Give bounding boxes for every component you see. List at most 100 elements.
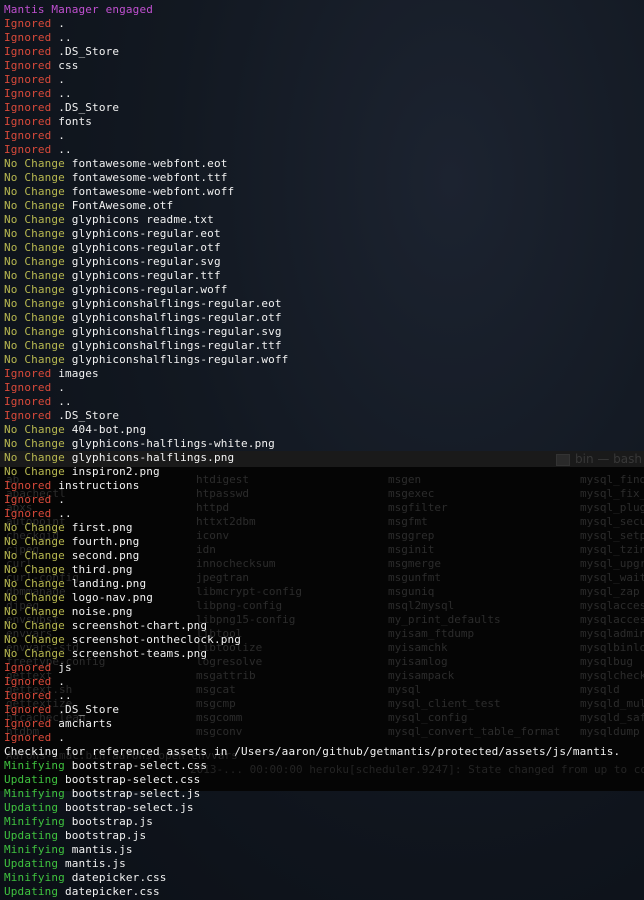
file-name: glyphicons-regular.woff — [64, 283, 228, 296]
file-name: . — [51, 381, 65, 394]
terminal-line: Minifying datepicker.css — [4, 871, 620, 885]
status-label: No Change — [4, 647, 65, 660]
status-label: Ignored — [4, 381, 52, 394]
status-label: No Change — [4, 605, 65, 618]
terminal-line: No Change logo-nav.png — [4, 591, 620, 605]
terminal-line: Updating bootstrap-select.js — [4, 801, 620, 815]
file-name: .. — [51, 507, 72, 520]
terminal-line: Ignored .. — [4, 87, 620, 101]
file-name: bootstrap-select.css — [58, 773, 201, 786]
file-name: Checking for referenced assets in /Users… — [4, 745, 621, 758]
status-label: Minifying — [4, 871, 65, 884]
status-label: No Change — [4, 199, 65, 212]
file-name: fontawesome-webfont.eot — [64, 157, 228, 170]
file-name: datepicker.css — [64, 871, 167, 884]
terminal-line: No Change screenshot-ontheclock.png — [4, 633, 620, 647]
file-name: . — [51, 129, 65, 142]
file-name: fonts — [51, 115, 93, 128]
status-label: No Change — [4, 535, 65, 548]
file-name: fontawesome-webfont.woff — [64, 185, 235, 198]
terminal-line: No Change fontawesome-webfont.ttf — [4, 171, 620, 185]
file-name: . — [51, 493, 65, 506]
status-label: No Change — [4, 353, 65, 366]
status-label: Ignored — [4, 115, 52, 128]
file-name: js — [51, 661, 72, 674]
status-label: No Change — [4, 577, 65, 590]
status-label: Ignored — [4, 143, 52, 156]
file-name: .DS_Store — [51, 45, 120, 58]
file-name: .. — [51, 143, 72, 156]
status-label: Updating — [4, 801, 59, 814]
status-label: Mantis Manager engaged — [4, 3, 153, 16]
status-label: No Change — [4, 563, 65, 576]
file-name: glyphicons-regular.ttf — [64, 269, 221, 282]
terminal-line: No Change glyphicons-halflings.png — [4, 451, 620, 465]
status-label: Ignored — [4, 717, 52, 730]
status-label: No Change — [4, 213, 65, 226]
status-label: No Change — [4, 241, 65, 254]
status-label: Updating — [4, 829, 59, 842]
terminal-line: Ignored .. — [4, 395, 620, 409]
terminal-line: Minifying bootstrap-select.css — [4, 759, 620, 773]
file-name: bootstrap-select.js — [58, 801, 194, 814]
file-name: glyphiconshalflings-regular.otf — [64, 311, 282, 324]
status-label: Ignored — [4, 45, 52, 58]
terminal-line: Ignored . — [4, 129, 620, 143]
terminal-line: No Change glyphicons readme.txt — [4, 213, 620, 227]
terminal-line: No Change landing.png — [4, 577, 620, 591]
terminal-line: Ignored .DS_Store — [4, 703, 620, 717]
status-label: No Change — [4, 157, 65, 170]
file-name: .DS_Store — [51, 703, 120, 716]
terminal-line: Ignored images — [4, 367, 620, 381]
file-name: amcharts — [51, 717, 113, 730]
terminal-line: No Change glyphicons-regular.woff — [4, 283, 620, 297]
terminal-line: Ignored instructions — [4, 479, 620, 493]
terminal-line: No Change glyphicons-halflings-white.png — [4, 437, 620, 451]
file-name: FontAwesome.otf — [64, 199, 174, 212]
terminal-line: Ignored .DS_Store — [4, 101, 620, 115]
status-label: Ignored — [4, 87, 52, 100]
terminal-line: Ignored .DS_Store — [4, 45, 620, 59]
status-label: No Change — [4, 269, 65, 282]
status-label: Updating — [4, 857, 59, 870]
file-name: glyphicons-halflings.png — [64, 451, 235, 464]
file-name: .. — [51, 31, 72, 44]
status-label: No Change — [4, 591, 65, 604]
terminal-line: No Change screenshot-chart.png — [4, 619, 620, 633]
status-label: Ignored — [4, 395, 52, 408]
terminal-line: No Change third.png — [4, 563, 620, 577]
status-label: No Change — [4, 619, 65, 632]
status-label: No Change — [4, 283, 65, 296]
status-label: No Change — [4, 549, 65, 562]
terminal-line: No Change glyphiconshalflings-regular.eo… — [4, 297, 620, 311]
status-label: Ignored — [4, 661, 52, 674]
file-name: bootstrap-select.js — [64, 787, 201, 800]
terminal-line: Ignored . — [4, 493, 620, 507]
file-name: glyphiconshalflings-regular.ttf — [64, 339, 282, 352]
file-name: instructions — [51, 479, 140, 492]
file-name: screenshot-ontheclock.png — [64, 633, 242, 646]
file-name: logo-nav.png — [64, 591, 153, 604]
file-name: second.png — [64, 549, 140, 562]
terminal-line: No Change glyphiconshalflings-regular.ot… — [4, 311, 620, 325]
terminal-line: Updating bootstrap.js — [4, 829, 620, 843]
file-name: glyphicons-regular.otf — [64, 241, 221, 254]
status-label: No Change — [4, 185, 65, 198]
status-label: Ignored — [4, 59, 52, 72]
terminal-line: Ignored . — [4, 17, 620, 31]
status-label: Ignored — [4, 31, 52, 44]
status-label: No Change — [4, 633, 65, 646]
status-label: Ignored — [4, 675, 52, 688]
file-name: noise.png — [64, 605, 133, 618]
file-name: glyphiconshalflings-regular.eot — [64, 297, 282, 310]
file-name: .DS_Store — [51, 101, 120, 114]
terminal-line: Mantis Manager engaged — [4, 3, 620, 17]
status-label: Ignored — [4, 731, 52, 744]
status-label: No Change — [4, 297, 65, 310]
file-name: glyphicons-regular.svg — [64, 255, 221, 268]
terminal-line: Ignored . — [4, 675, 620, 689]
status-label: Updating — [4, 773, 59, 786]
file-name: datepicker.css — [58, 885, 160, 898]
file-name: images — [51, 367, 99, 380]
terminal-line: No Change fontawesome-webfont.woff — [4, 185, 620, 199]
